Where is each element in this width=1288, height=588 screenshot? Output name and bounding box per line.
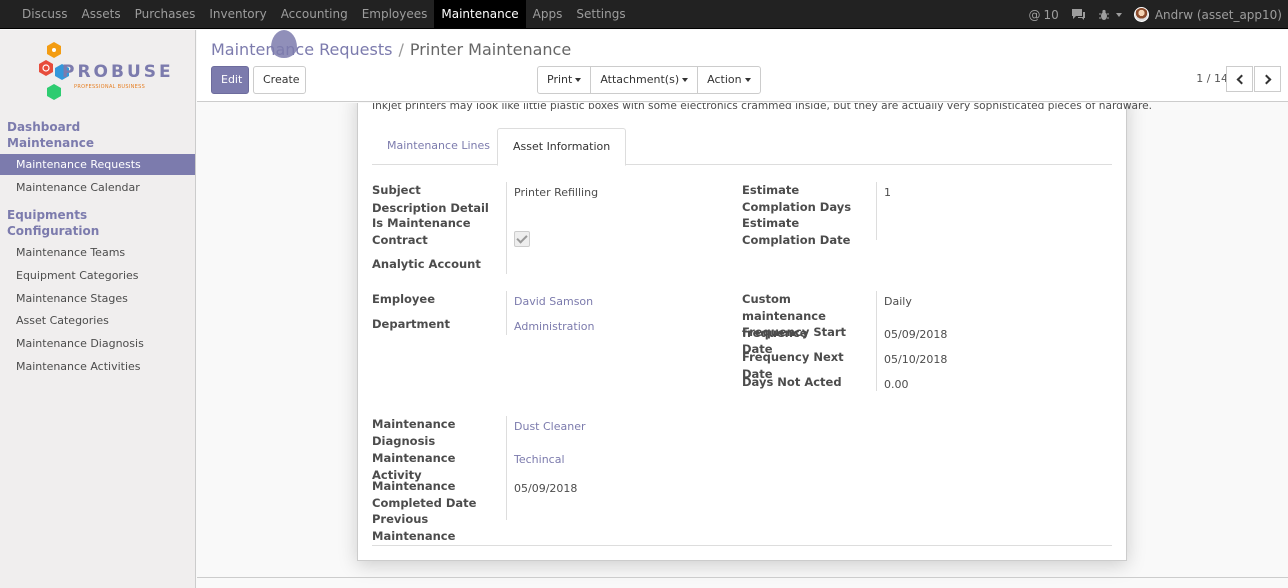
is-contract-checkbox[interactable]: [514, 231, 530, 247]
sidebar-section-configuration[interactable]: Equipments Configuration: [7, 207, 107, 239]
breadcrumb-current: Printer Maintenance: [409, 40, 572, 59]
sidebar-actions: Print Attachment(s) Action: [537, 66, 761, 94]
sidebar: PROBUSE PROFESSIONAL BUSINESS Dashboard …: [0, 30, 196, 588]
diagnosis-link[interactable]: Dust Cleaner: [514, 418, 586, 435]
attachments-label: Attachment(s): [600, 73, 680, 86]
chevron-down-icon: [575, 78, 582, 82]
app-accounting[interactable]: Accounting: [274, 0, 355, 29]
notification-count: 10: [1043, 7, 1059, 22]
app-apps[interactable]: Apps: [526, 0, 570, 29]
is-contract-label: Is Maintenance Contract: [372, 216, 471, 247]
sidebar-item-asset-categories[interactable]: Asset Categories: [0, 310, 195, 331]
chatter-divider: [197, 577, 1288, 578]
column-divider: [876, 182, 877, 240]
subject-value: Printer Refilling: [514, 186, 599, 199]
print-dropdown[interactable]: Print: [538, 67, 592, 93]
mouse-cursor: [271, 30, 297, 58]
at-icon: @: [1028, 7, 1041, 22]
department-link[interactable]: Administration: [514, 318, 595, 335]
sidebar-item-maintenance-diagnosis[interactable]: Maintenance Diagnosis: [0, 333, 195, 354]
breadcrumb-separator: /: [398, 40, 404, 59]
days-not-acted-label: Days Not Acted: [742, 375, 842, 389]
column-divider: [506, 291, 507, 335]
app-menu: Discuss Assets Purchases Inventory Accou…: [15, 0, 633, 29]
estimate-days-label: Estimate Complation Days: [742, 183, 852, 214]
activity-counter[interactable]: @ 10: [1023, 0, 1065, 29]
pager-next-button[interactable]: [1254, 66, 1281, 92]
app-purchases[interactable]: Purchases: [128, 0, 203, 29]
employee-link[interactable]: David Samson: [514, 293, 593, 310]
chevron-down-icon: [744, 78, 751, 82]
avatar: [1133, 7, 1149, 22]
form-sheet: Inkjet printers may look like little pla…: [357, 103, 1152, 561]
tab-asset-information[interactable]: Asset Information: [497, 128, 627, 166]
control-panel: Maintenance Requests / Printer Maintenance…: [197, 30, 1288, 102]
employee-label: Employee: [372, 292, 436, 306]
logo-tagline: PROFESSIONAL BUSINESS: [74, 84, 146, 90]
chat-button[interactable]: [1065, 0, 1092, 29]
pager-previous-button[interactable]: [1226, 66, 1253, 92]
pager-value[interactable]: 1 / 14: [1196, 72, 1228, 85]
frequency-next-value: 05/10/2018: [884, 353, 948, 366]
company-logo[interactable]: PROBUSE PROFESSIONAL BUSINESS: [36, 40, 171, 108]
bug-icon: [1098, 9, 1109, 20]
sidebar-item-maintenance-teams[interactable]: Maintenance Teams: [0, 242, 195, 263]
action-label: Action: [707, 73, 742, 86]
chat-icon: [1071, 9, 1085, 20]
column-divider: [506, 182, 507, 274]
previous-maintenance-label: Previous Maintenance: [372, 512, 456, 543]
app-settings[interactable]: Settings: [569, 0, 632, 29]
estimate-date-label: Estimate Complation Date: [742, 216, 851, 247]
sidebar-item-maintenance-stages[interactable]: Maintenance Stages: [0, 288, 195, 309]
action-dropdown[interactable]: Action: [698, 67, 759, 93]
column-divider: [506, 416, 507, 520]
completed-date-value: 05/09/2018: [514, 482, 578, 495]
custom-frequence-value: Daily: [884, 295, 912, 308]
form-view: Inkjet printers may look like little pla…: [197, 103, 1288, 588]
sheet-divider: [372, 545, 1112, 546]
app-maintenance[interactable]: Maintenance: [434, 0, 526, 29]
user-menu[interactable]: Andrw (asset_app10): [1128, 0, 1288, 29]
column-divider: [876, 291, 877, 391]
frequency-start-value: 05/09/2018: [884, 328, 948, 341]
request-description: Inkjet printers may look like little pla…: [372, 103, 1152, 112]
department-label: Department: [372, 317, 450, 331]
logo-wordmark: PROBUSE: [62, 62, 174, 82]
user-name: Andrw (asset_app10): [1154, 7, 1282, 22]
create-button[interactable]: Create: [253, 66, 306, 94]
activity-link[interactable]: Techincal: [514, 451, 565, 468]
app-discuss[interactable]: Discuss: [15, 0, 75, 29]
estimate-days-value: 1: [884, 186, 891, 199]
print-label: Print: [547, 73, 573, 86]
attachments-dropdown[interactable]: Attachment(s): [591, 67, 699, 93]
sidebar-item-maintenance-activities[interactable]: Maintenance Activities: [0, 356, 195, 377]
chevron-left-icon: [1236, 74, 1246, 84]
completed-date-label: Maintenance Completed Date: [372, 479, 477, 510]
app-assets[interactable]: Assets: [75, 0, 128, 29]
analytic-account-label: Analytic Account: [372, 257, 481, 271]
tab-maintenance-lines[interactable]: Maintenance Lines: [372, 128, 505, 165]
edit-button[interactable]: Edit: [211, 66, 249, 94]
sidebar-item-equipment-categories[interactable]: Equipment Categories: [0, 265, 195, 286]
sidebar-item-maintenance-requests[interactable]: Maintenance Requests: [0, 154, 195, 175]
chevron-down-icon: [1115, 12, 1122, 17]
top-navbar: Discuss Assets Purchases Inventory Accou…: [0, 0, 1288, 29]
diagnosis-label: Maintenance Diagnosis: [372, 417, 456, 448]
days-not-acted-value: 0.00: [884, 378, 909, 391]
notebook-tabs: Maintenance Lines Asset Information: [372, 128, 1112, 166]
subject-label: Subject: [372, 183, 421, 197]
chevron-down-icon: [682, 78, 689, 82]
sidebar-item-maintenance-calendar[interactable]: Maintenance Calendar: [0, 177, 195, 198]
systray: @ 10 Andrw (asset_app10): [1023, 0, 1288, 29]
app-inventory[interactable]: Inventory: [202, 0, 273, 29]
sidebar-section-dashboard[interactable]: Dashboard Maintenance: [7, 119, 97, 151]
app-employees[interactable]: Employees: [355, 0, 435, 29]
breadcrumb: Maintenance Requests / Printer Maintenance: [211, 40, 571, 59]
debug-menu[interactable]: [1092, 0, 1128, 29]
breadcrumb-parent[interactable]: Maintenance Requests: [211, 40, 392, 59]
chevron-right-icon: [1261, 74, 1271, 84]
